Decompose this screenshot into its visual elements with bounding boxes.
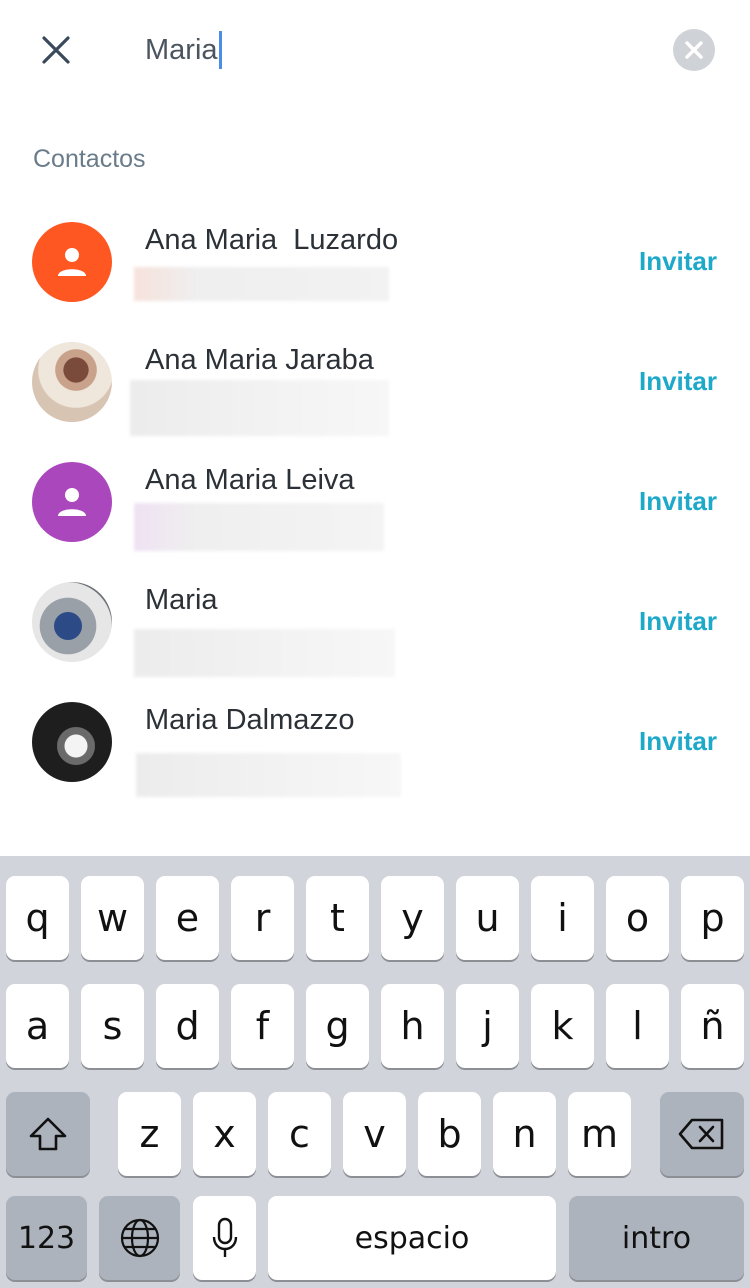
contact-name: Ana Maria Luzardo [145, 224, 399, 256]
key-u[interactable]: u [456, 876, 519, 960]
search-input[interactable]: Maria [145, 28, 222, 72]
search-query: Maria [145, 33, 218, 66]
key-f[interactable]: f [231, 984, 294, 1068]
key-i[interactable]: i [531, 876, 594, 960]
contact-row[interactable]: Ana Maria Luzardo Invitar [0, 200, 750, 320]
avatar [32, 582, 112, 662]
blurred-detail [136, 753, 401, 797]
key-o[interactable]: o [606, 876, 669, 960]
contact-name: Maria [145, 584, 218, 616]
invite-button[interactable]: Invitar [639, 726, 717, 757]
key-k[interactable]: k [531, 984, 594, 1068]
key-e[interactable]: e [156, 876, 219, 960]
invite-button[interactable]: Invitar [639, 486, 717, 517]
key-l[interactable]: l [606, 984, 669, 1068]
key-g[interactable]: g [306, 984, 369, 1068]
blurred-detail [134, 629, 395, 677]
key-b[interactable]: b [418, 1092, 481, 1176]
section-title: Contactos [33, 145, 146, 173]
key-c[interactable]: c [268, 1092, 331, 1176]
close-icon[interactable] [34, 28, 78, 72]
space-key[interactable]: espacio [268, 1196, 556, 1280]
key-n[interactable]: n [493, 1092, 556, 1176]
text-caret [218, 31, 222, 69]
key-w[interactable]: w [81, 876, 144, 960]
key-q[interactable]: q [6, 876, 69, 960]
numbers-key[interactable]: 123 [6, 1196, 87, 1280]
key-m[interactable]: m [568, 1092, 631, 1176]
search-bar: Maria [0, 0, 750, 100]
key-v[interactable]: v [343, 1092, 406, 1176]
key-t[interactable]: t [306, 876, 369, 960]
return-key[interactable]: intro [569, 1196, 744, 1280]
avatar [32, 342, 112, 422]
key-h[interactable]: h [381, 984, 444, 1068]
key-p[interactable]: p [681, 876, 744, 960]
blurred-detail [130, 380, 389, 436]
key-d[interactable]: d [156, 984, 219, 1068]
contact-row[interactable]: Ana Maria Leiva Invitar [0, 440, 750, 560]
microphone-icon[interactable] [193, 1196, 256, 1280]
key-j[interactable]: j [456, 984, 519, 1068]
person-placeholder-icon [32, 222, 112, 302]
key-s[interactable]: s [81, 984, 144, 1068]
contact-row[interactable]: Maria Invitar [0, 560, 750, 680]
shift-icon[interactable] [6, 1092, 90, 1176]
invite-button[interactable]: Invitar [639, 246, 717, 277]
avatar [32, 702, 112, 782]
contact-name: Ana Maria Jaraba [145, 344, 374, 376]
blurred-detail [134, 267, 389, 301]
keyboard: q w e r t y u i o p a s d f g h j k l ñ … [0, 856, 750, 1288]
key-n-tilde[interactable]: ñ [681, 984, 744, 1068]
invite-button[interactable]: Invitar [639, 366, 717, 397]
blurred-detail [134, 503, 384, 551]
globe-icon[interactable] [99, 1196, 180, 1280]
clear-circle-icon[interactable] [673, 29, 715, 71]
key-x[interactable]: x [193, 1092, 256, 1176]
person-placeholder-icon [32, 462, 112, 542]
key-r[interactable]: r [231, 876, 294, 960]
contact-name: Ana Maria Leiva [145, 464, 355, 496]
invite-button[interactable]: Invitar [639, 606, 717, 637]
key-a[interactable]: a [6, 984, 69, 1068]
delete-icon[interactable] [660, 1092, 744, 1176]
key-y[interactable]: y [381, 876, 444, 960]
contact-name: Maria Dalmazzo [145, 704, 355, 736]
key-z[interactable]: z [118, 1092, 181, 1176]
contact-row[interactable]: Maria Dalmazzo Invitar [0, 680, 750, 800]
contact-row[interactable]: Ana Maria Jaraba Invitar [0, 320, 750, 440]
